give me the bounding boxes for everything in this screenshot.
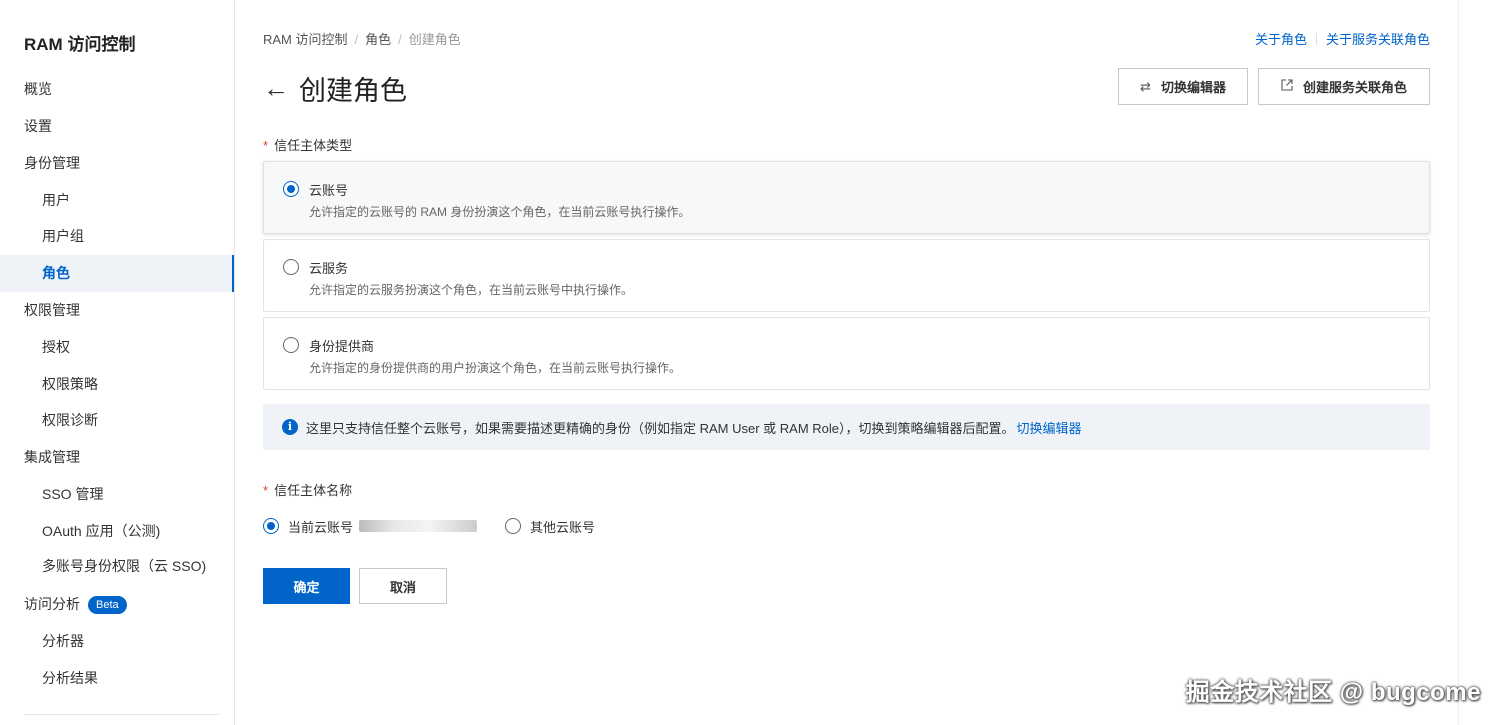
principal-name-label: * 信任主体名称 [263,483,353,498]
main-content: RAM 访问控制 / 角色 / 创建角色 关于角色 关于服务关联角色 ← 创建角色 ⇄ 切换… [263,0,1430,725]
sidebar-item-roles[interactable]: 角色 [0,255,234,292]
sidebar-item-access-analysis[interactable]: 访问分析 Beta [0,586,234,623]
sidebar-item-cloud-sso[interactable]: 多账号身份权限（云 SSO) [0,548,234,585]
switch-editor-button[interactable]: ⇄ 切换编辑器 [1118,68,1248,105]
principal-name-options: 当前云账号 其他云账号 [263,516,595,536]
sidebar-item-oauth[interactable]: OAuth 应用（公测) [0,513,234,550]
sidebar-title: RAM 访问控制 [24,35,136,54]
right-divider [1458,0,1459,725]
watermark-text: 掘金技术社区 @ bugcome [1185,679,1481,706]
swap-icon: ⇄ [1140,78,1151,94]
breadcrumb-current: 创建角色 [408,32,461,47]
option-description: 允许指定的云服务扮演这个角色，在当前云账号中执行操作。 [309,283,634,297]
info-text: 这里只支持信任整个云账号，如果需要描述更精确的身份（例如指定 RAM User … [306,420,1015,436]
switch-editor-link[interactable]: 切换编辑器 [1017,418,1082,437]
sidebar-item-analysis-results[interactable]: 分析结果 [0,660,234,697]
about-roles-link[interactable]: 关于角色 [1255,32,1307,47]
sidebar-item-sso[interactable]: SSO 管理 [0,476,234,513]
info-icon: i [282,419,298,435]
radio-identity-provider[interactable] [283,337,299,353]
principal-type-label: * 信任主体类型 [263,138,353,153]
sidebar-item-label: 访问分析 [24,596,80,612]
radio-cloud-service[interactable] [283,259,299,275]
principal-other-account[interactable]: 其他云账号 [505,517,595,536]
radio-other-account[interactable] [505,518,522,534]
breadcrumb-ram[interactable]: RAM 访问控制 [263,32,348,47]
sidebar-item-settings[interactable]: 设置 [0,108,234,145]
sidebar-item-grants[interactable]: 授权 [0,329,234,366]
sidebar-item-diagnostics[interactable]: 权限诊断 [0,402,234,439]
external-link-icon [1281,79,1293,94]
principal-current-account[interactable]: 当前云账号 [263,517,478,536]
sidebar: RAM 访问控制 概览 设置 身份管理 用户 用户组 角色 权限管理 授权 权限… [0,0,235,725]
breadcrumb: RAM 访问控制 / 角色 / 创建角色 [263,32,461,47]
required-mark: * [263,138,269,153]
sidebar-item-overview[interactable]: 概览 [0,71,234,108]
radio-cloud-account[interactable] [283,181,299,197]
option-title: 云账号 [309,183,349,198]
create-service-role-button[interactable]: 创建服务关联角色 [1258,68,1430,105]
page-header: ← 创建角色 [263,70,407,106]
option-identity-provider[interactable]: 身份提供商 允许指定的身份提供商的用户扮演这个角色，在当前云账号执行操作。 [263,317,1430,390]
sidebar-item-integration[interactable]: 集成管理 [0,439,234,476]
option-title: 云服务 [309,261,349,276]
breadcrumb-roles[interactable]: 角色 [365,32,391,47]
sidebar-item-users[interactable]: 用户 [0,182,234,219]
sidebar-item-user-groups[interactable]: 用户组 [0,218,234,255]
option-description: 允许指定的云账号的 RAM 身份扮演这个角色，在当前云账号执行操作。 [309,205,691,219]
masked-account-id [359,520,478,532]
beta-badge: Beta [88,596,127,614]
info-notice: i 这里只支持信任整个云账号，如果需要描述更精确的身份（例如指定 RAM Use… [263,404,1430,450]
sidebar-item-identity-management[interactable]: 身份管理 [0,145,234,182]
sidebar-divider [24,714,219,715]
help-links: 关于角色 关于服务关联角色 [1255,29,1430,48]
page-title: 创建角色 [299,75,407,106]
about-service-roles-link[interactable]: 关于服务关联角色 [1326,32,1430,47]
sidebar-item-analyzers[interactable]: 分析器 [0,623,234,660]
back-arrow-icon[interactable]: ← [263,75,289,101]
sidebar-item-permission-management[interactable]: 权限管理 [0,292,234,329]
option-cloud-service[interactable]: 云服务 允许指定的云服务扮演这个角色，在当前云账号中执行操作。 [263,239,1430,312]
confirm-button[interactable]: 确定 [263,568,350,604]
radio-current-account[interactable] [263,518,279,534]
required-mark: * [263,483,269,498]
option-description: 允许指定的身份提供商的用户扮演这个角色，在当前云账号执行操作。 [309,361,682,375]
option-title: 身份提供商 [309,339,375,354]
option-cloud-account[interactable]: 云账号 允许指定的云账号的 RAM 身份扮演这个角色，在当前云账号执行操作。 [263,161,1430,234]
cancel-button[interactable]: 取消 [359,568,447,604]
sidebar-item-policies[interactable]: 权限策略 [0,366,234,403]
